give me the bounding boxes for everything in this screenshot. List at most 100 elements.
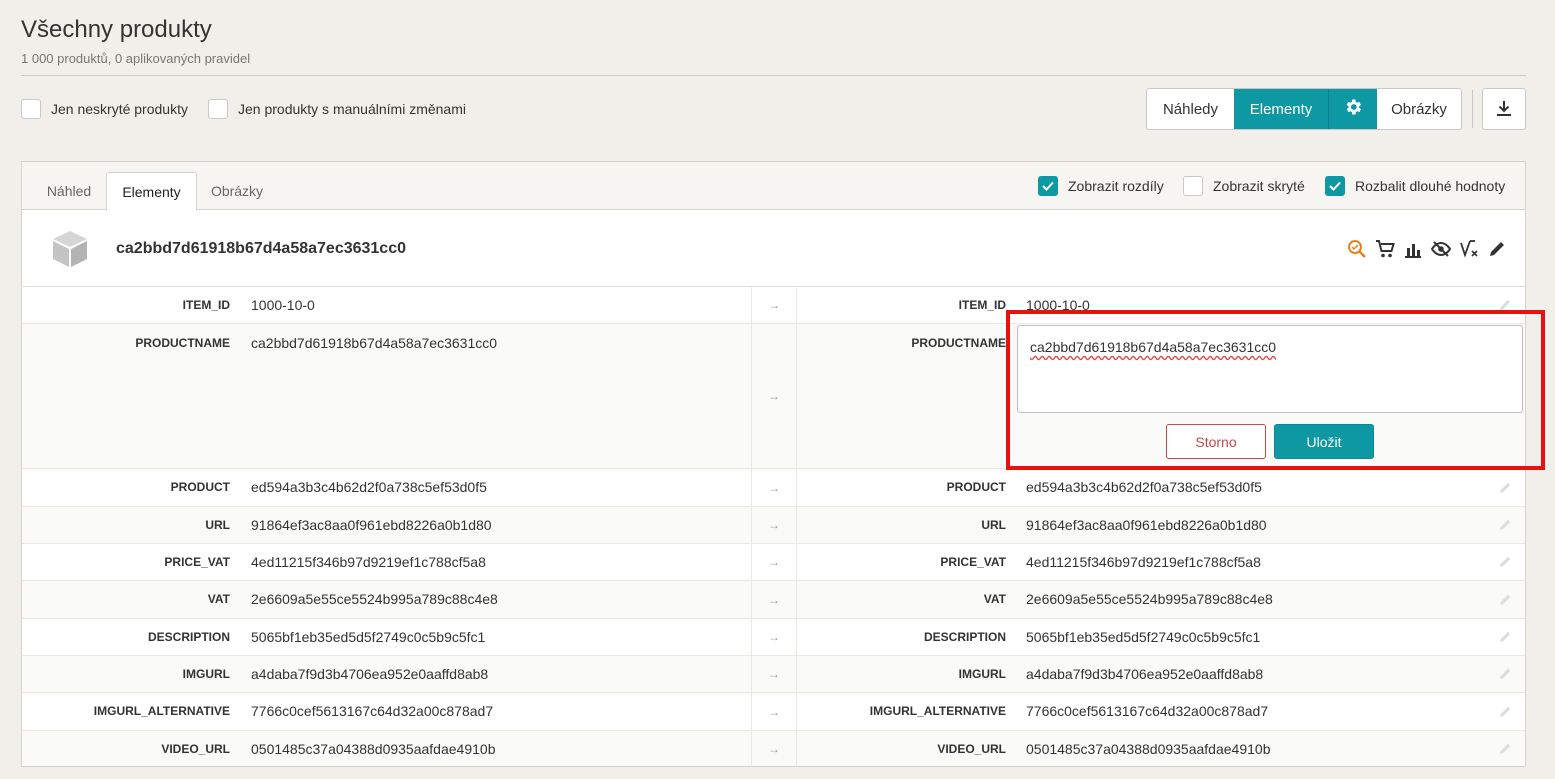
row-value-left: 0501485c37a04388d0935aafdae4910b [251, 741, 496, 757]
table-row: PRICE_VAT 4ed11215f346b97d9219ef1c788cf5… [22, 544, 1525, 581]
row-key-left: URL [205, 518, 230, 532]
row-value-left: 4ed11215f346b97d9219ef1c788cf5a8 [251, 554, 486, 570]
view-elements-button[interactable]: Elementy [1234, 89, 1328, 129]
pencil-icon[interactable] [1497, 666, 1513, 682]
row-key-right: PRICE_VAT [940, 555, 1006, 569]
stats-icon[interactable] [1403, 239, 1423, 259]
table-row: DESCRIPTION 5065bf1eb35ed5d5f2749c0c5b9c… [22, 619, 1525, 656]
copy-arrow-icon[interactable]: → [751, 731, 797, 766]
view-settings-button[interactable] [1328, 89, 1377, 129]
cart-icon[interactable] [1375, 239, 1395, 259]
row-key-right: DESCRIPTION [923, 630, 1006, 644]
pencil-icon[interactable] [1497, 517, 1513, 533]
row-key-left: VIDEO_URL [161, 742, 230, 756]
only-manual-checkbox[interactable] [208, 99, 228, 119]
option-expand-long[interactable]: Rozbalit dlouhé hodnoty [1325, 176, 1505, 196]
table-row: VIDEO_URL 0501485c37a04388d0935aafdae491… [22, 731, 1525, 766]
row-value-left: ca2bbd7d61918b67d4a58a7ec3631cc0 [251, 335, 498, 351]
row-key-left: VAT [207, 592, 230, 606]
pencil-icon[interactable] [1497, 480, 1513, 496]
tab-preview[interactable]: Náhled [36, 172, 102, 210]
expand-long-label: Rozbalit dlouhé hodnoty [1355, 178, 1506, 194]
row-key-left: ITEM_ID [182, 298, 230, 312]
tab-elements[interactable]: Elementy [106, 172, 197, 211]
row-key-left: IMGURL [182, 667, 230, 681]
download-button[interactable] [1482, 88, 1526, 130]
pencil-icon[interactable] [1497, 704, 1513, 720]
row-key-left: PRODUCTNAME [135, 336, 230, 350]
copy-arrow-icon[interactable]: → [751, 469, 797, 506]
pencil-icon[interactable] [1497, 554, 1513, 570]
copy-arrow-icon[interactable]: → [751, 581, 797, 618]
view-preview-button[interactable]: Náhledy [1147, 89, 1234, 129]
show-hidden-checkbox[interactable] [1183, 176, 1203, 196]
page-title: Všechny produkty [21, 16, 212, 43]
row-key-left: PRODUCT [170, 480, 230, 494]
row-key-right: PRODUCTNAME [911, 336, 1006, 350]
row-key-left: IMGURL_ALTERNATIVE [93, 704, 230, 718]
row-key-left: DESCRIPTION [147, 630, 230, 644]
row-value-right: 4ed11215f346b97d9219ef1c788cf5a8 [1026, 554, 1261, 570]
row-value-left: a4daba7f9d3b4706ea952e0aaffd8ab8 [251, 666, 489, 682]
toolbar-separator [1472, 90, 1473, 128]
download-icon [1495, 99, 1513, 120]
product-detail-panel: Náhled Elementy Obrázky Zobrazit rozdíly… [21, 161, 1526, 767]
copy-arrow-icon[interactable]: → [751, 507, 797, 543]
formula-icon[interactable] [1459, 239, 1479, 259]
option-show-diff[interactable]: Zobrazit rozdíly [1038, 176, 1164, 196]
row-value-right: a4daba7f9d3b4706ea952e0aaffd8ab8 [1026, 666, 1264, 682]
pencil-icon[interactable] [1497, 297, 1513, 313]
row-value-right: 2e6609a5e55ce5524b995a789c88c4e8 [1026, 591, 1273, 607]
product-actions [1347, 239, 1507, 259]
copy-arrow-icon[interactable]: → [751, 544, 797, 580]
hide-icon[interactable] [1431, 239, 1451, 259]
row-value-right: 0501485c37a04388d0935aafdae4910b [1026, 741, 1271, 757]
row-key-right: IMGURL_ALTERNATIVE [869, 704, 1006, 718]
show-diff-checkbox[interactable] [1038, 176, 1058, 196]
inspect-icon[interactable] [1347, 239, 1367, 259]
expand-long-checkbox[interactable] [1325, 176, 1345, 196]
only-manual-label: Jen produkty s manuálními změnami [238, 101, 466, 117]
row-value-left: 1000-10-0 [251, 297, 315, 313]
pencil-icon[interactable] [1497, 592, 1513, 608]
row-key-right: URL [981, 518, 1006, 532]
copy-arrow-icon[interactable]: → [751, 324, 797, 468]
edit-icon[interactable] [1487, 239, 1507, 259]
cancel-button[interactable]: Storno [1166, 424, 1266, 459]
save-button[interactable]: Uložit [1274, 424, 1374, 459]
only-visible-checkbox[interactable] [21, 99, 41, 119]
copy-arrow-icon[interactable]: → [751, 287, 797, 323]
filter-only-manual[interactable]: Jen produkty s manuálními změnami [208, 99, 466, 119]
gear-icon [1343, 97, 1363, 121]
tab-bar: Náhled Elementy Obrázky Zobrazit rozdíly… [22, 162, 1525, 211]
view-switch: Náhledy Elementy Obrázky [1146, 88, 1462, 130]
option-show-hidden[interactable]: Zobrazit skryté [1183, 176, 1305, 196]
table-row: IMGURL_ALTERNATIVE 7766c0cef5613167c64d3… [22, 693, 1525, 731]
row-key-right: VIDEO_URL [937, 742, 1006, 756]
row-key-right: ITEM_ID [958, 298, 1006, 312]
row-value-right: 91864ef3ac8aa0f961ebd8226a0b1d80 [1026, 517, 1267, 533]
product-header: ca2bbd7d61918b67d4a58a7ec3631cc0 [22, 211, 1525, 287]
table-row: VAT 2e6609a5e55ce5524b995a789c88c4e8 → V… [22, 581, 1525, 619]
row-value-right: ed594a3b3c4b62d2f0a738c5ef53d0f5 [1026, 479, 1262, 495]
table-row: PRODUCT ed594a3b3c4b62d2f0a738c5ef53d0f5… [22, 469, 1525, 507]
row-value-right: 7766c0cef5613167c64d32a00c878ad7 [1026, 703, 1269, 719]
row-value-left: 2e6609a5e55ce5524b995a789c88c4e8 [251, 591, 498, 607]
copy-arrow-icon[interactable]: → [751, 656, 797, 692]
tab-images[interactable]: Obrázky [202, 172, 272, 210]
view-images-button[interactable]: Obrázky [1377, 89, 1461, 129]
table-row: ITEM_ID 1000-10-0 → ITEM_ID 1000-10-0 [22, 287, 1525, 324]
copy-arrow-icon[interactable]: → [751, 619, 797, 655]
table-row: IMGURL a4daba7f9d3b4706ea952e0aaffd8ab8 … [22, 656, 1525, 693]
row-value-left: 91864ef3ac8aa0f961ebd8226a0b1d80 [251, 517, 492, 533]
row-value-left: 7766c0cef5613167c64d32a00c878ad7 [251, 703, 494, 719]
show-hidden-label: Zobrazit skryté [1213, 178, 1305, 194]
only-visible-label: Jen neskryté produkty [51, 101, 188, 117]
row-key-right: IMGURL [958, 667, 1006, 681]
pencil-icon[interactable] [1497, 741, 1513, 757]
pencil-icon[interactable] [1497, 629, 1513, 645]
product-box-icon [50, 229, 90, 274]
productname-editor[interactable]: ca2bbd7d61918b67d4a58a7ec3631cc0 [1017, 325, 1523, 413]
filter-only-visible[interactable]: Jen neskryté produkty [21, 99, 188, 119]
copy-arrow-icon[interactable]: → [751, 693, 797, 730]
